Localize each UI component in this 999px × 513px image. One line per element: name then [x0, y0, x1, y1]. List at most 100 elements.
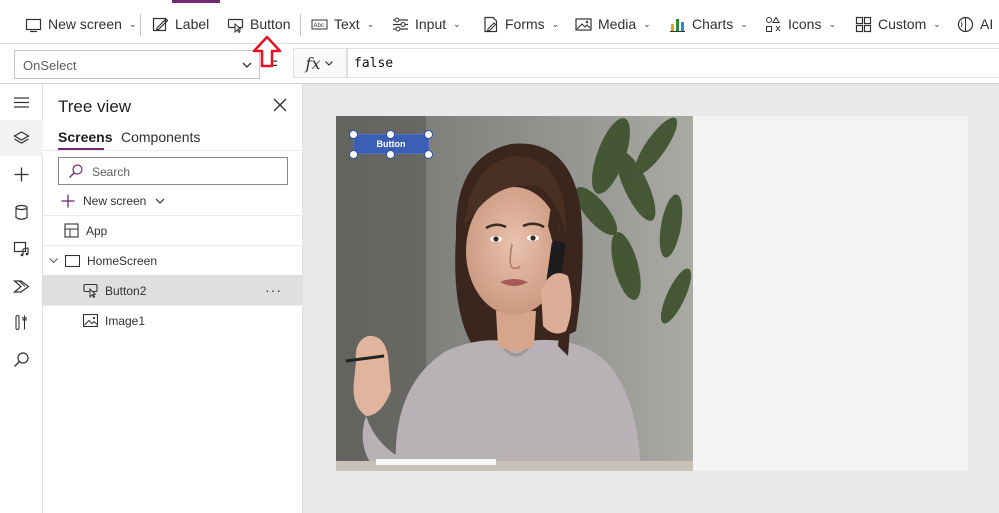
tab-components[interactable]: Components: [121, 129, 200, 145]
button-icon: [83, 283, 98, 298]
new-screen-button[interactable]: New screen: [61, 192, 166, 210]
left-rail: [0, 84, 43, 513]
resize-handle-top-right[interactable]: [424, 130, 433, 139]
image-icon: [575, 17, 592, 31]
tools-icon: [15, 314, 27, 330]
data-button[interactable]: [0, 194, 43, 230]
image1-control[interactable]: [336, 116, 693, 471]
hamburger-icon: [14, 96, 29, 108]
ribbon-charts-button[interactable]: Charts ⌄: [669, 12, 748, 36]
tree-item-button2[interactable]: Button2 ···: [43, 275, 303, 305]
resize-handle-top-left[interactable]: [349, 130, 358, 139]
app-icon: [64, 223, 79, 238]
svg-text:Abc: Abc: [314, 23, 324, 29]
chevron-down-icon[interactable]: [48, 255, 59, 266]
ribbon-tab-indicator: [172, 0, 220, 3]
chevron-down-icon: ⌄: [453, 18, 461, 29]
ribbon-text-button[interactable]: Abc Text ⌄: [311, 12, 374, 36]
ribbon-item-label: Text: [334, 16, 360, 32]
ribbon-ai-builder-button[interactable]: AI: [957, 12, 993, 36]
hamburger-menu-button[interactable]: [0, 84, 43, 120]
power-apps-studio: New screen ⌄ Label Button Abc Text ⌄ Inp…: [0, 0, 999, 513]
tree-item-homescreen[interactable]: HomeScreen: [43, 245, 303, 275]
tree-view-button[interactable]: [0, 120, 43, 156]
chevron-down-icon: ⌄: [828, 18, 837, 29]
chevron-down-icon: ⌄: [128, 18, 137, 29]
ribbon-item-label: AI: [980, 16, 994, 32]
insert-button[interactable]: [0, 156, 43, 192]
tree-item-label: App: [86, 223, 108, 238]
resize-handle-bottom-right[interactable]: [424, 150, 433, 159]
search-placeholder: Search: [92, 165, 131, 179]
power-automate-button[interactable]: [0, 268, 43, 304]
chevron-down-icon: [155, 198, 165, 204]
formula-input[interactable]: false: [347, 48, 999, 78]
button-pointer-icon: [227, 18, 244, 33]
ribbon-icons-button[interactable]: Icons ⌄: [765, 12, 836, 36]
tree-item-label: Image1: [105, 313, 146, 328]
ribbon-item-label: Media: [598, 16, 637, 32]
chevron-down-icon: [325, 61, 334, 66]
ribbon-custom-button[interactable]: Custom ⌄: [855, 12, 941, 36]
icons-shapes-icon: [766, 16, 781, 32]
ribbon-button-button[interactable]: Button: [227, 12, 290, 36]
formula-bar: OnSelect = fx false: [0, 44, 999, 84]
tree-search-box[interactable]: Search: [58, 157, 288, 185]
text-input-icon: Abc: [311, 19, 328, 29]
chevron-down-icon: ⌄: [366, 18, 375, 29]
chevron-down-icon: ⌄: [551, 18, 560, 29]
insert-ribbon: New screen ⌄ Label Button Abc Text ⌄ Inp…: [0, 0, 999, 44]
tree-item-label: Button2: [105, 283, 147, 298]
close-icon[interactable]: [272, 97, 288, 113]
advanced-tools-button[interactable]: [0, 304, 43, 340]
plus-icon: [14, 167, 29, 181]
fx-icon: fx: [305, 53, 321, 73]
forms-icon: [484, 16, 498, 32]
tab-screens[interactable]: Screens: [58, 129, 112, 145]
panel-title: Tree view: [58, 97, 132, 116]
image-icon: [83, 314, 98, 327]
tree-item-image1[interactable]: Image1: [43, 305, 303, 335]
ribbon-item-label: Icons: [788, 16, 822, 32]
power-automate-icon: [13, 279, 30, 293]
ribbon-item-label: Forms: [505, 16, 545, 32]
custom-components-icon: [855, 16, 872, 32]
database-icon: [15, 204, 28, 220]
ribbon-input-button[interactable]: Input ⌄: [392, 12, 461, 36]
ribbon-item-label: Charts: [692, 16, 734, 32]
annotation-up-arrow-icon: [252, 35, 282, 68]
woman-on-phone-photo: [336, 116, 693, 471]
ribbon-item-label: Label: [175, 16, 210, 32]
resize-handle-bottom[interactable]: [386, 150, 395, 159]
resize-handle-bottom-left[interactable]: [349, 150, 358, 159]
ribbon-forms-button[interactable]: Forms ⌄: [482, 12, 559, 36]
tree-item-label: HomeScreen: [87, 253, 158, 268]
property-dropdown[interactable]: OnSelect: [14, 50, 260, 79]
input-sliders-icon: [393, 17, 408, 31]
property-value: OnSelect: [23, 58, 77, 73]
fx-function-button[interactable]: fx: [293, 48, 347, 78]
search-icon: [14, 351, 29, 367]
ribbon-item-label: Input: [415, 16, 447, 32]
divider: [43, 150, 303, 151]
ribbon-new-screen-button[interactable]: New screen ⌄: [25, 12, 136, 36]
screen-icon: [65, 254, 80, 267]
search-button[interactable]: [0, 341, 43, 377]
bar-chart-icon: [670, 18, 685, 32]
ribbon-item-label: New screen: [48, 16, 122, 32]
plus-icon: [61, 194, 75, 208]
new-screen-label: New screen: [83, 194, 147, 208]
media-icon: [13, 241, 29, 256]
ribbon-item-label: Custom: [878, 16, 927, 32]
more-options-icon[interactable]: ···: [265, 282, 282, 298]
chevron-down-icon: ⌄: [740, 18, 748, 29]
media-button[interactable]: [0, 230, 43, 266]
ribbon-label-button[interactable]: Label: [152, 12, 209, 36]
ai-brain-icon: [957, 16, 974, 32]
ribbon-media-button[interactable]: Media ⌄: [575, 12, 651, 36]
label-edit-icon: [152, 17, 169, 31]
new-screen-icon: [25, 18, 42, 32]
ribbon-separator: [300, 14, 301, 36]
tree-item-app[interactable]: App: [43, 215, 303, 245]
resize-handle-top[interactable]: [386, 130, 395, 139]
